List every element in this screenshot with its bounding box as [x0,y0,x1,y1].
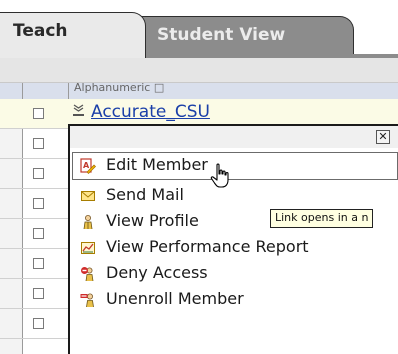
menu-item-label: View Performance Report [106,237,309,256]
row-checkbox[interactable] [33,108,44,119]
profile-icon [83,215,93,230]
tab-teach[interactable]: Teach [0,12,146,58]
menu-item-unenroll-member[interactable]: Unenroll Member [70,286,398,312]
row-checkbox[interactable] [33,168,44,179]
menu-item-label: Send Mail [106,185,184,204]
link-tooltip: Link opens in a n [270,209,374,228]
member-action-menu: ✕ A Edit Member Send Mail View Profile V [68,124,398,354]
row-checkbox[interactable] [33,258,44,269]
menu-item-label: Unenroll Member [106,289,244,308]
row-checkbox[interactable] [33,138,44,149]
menu-item-view-performance-report[interactable]: View Performance Report [70,234,398,260]
menu-item-label: View Profile [106,211,199,230]
row-checkbox[interactable] [33,228,44,239]
menu-item-label: Edit Member [106,155,208,174]
edit-member-icon: A [80,158,96,174]
row-checkbox[interactable] [33,318,44,329]
unenroll-icon [80,293,94,308]
tab-student-view[interactable]: Student View [128,16,354,54]
menu-item-label: Deny Access [106,263,208,282]
menu-item-deny-access[interactable]: Deny Access [70,260,398,286]
mail-icon [81,191,95,201]
member-name-text: Accurate_CSU [91,102,210,122]
close-icon[interactable]: ✕ [376,130,390,144]
deny-access-icon [81,267,94,282]
svg-text:A: A [83,161,90,170]
menu-item-edit-member[interactable]: A Edit Member [72,152,398,180]
toolbar-strip [0,58,398,83]
menu-title-bar: ✕ [70,126,398,148]
user-status-icon [73,104,84,116]
grid-header-row: Alphanumeric □ [0,81,398,99]
column-header-alphanumeric[interactable]: Alphanumeric □ [74,81,164,94]
performance-report-icon [81,242,95,254]
row-checkbox[interactable] [33,198,44,209]
menu-item-send-mail[interactable]: Send Mail [70,182,398,208]
hand-cursor-icon [210,163,229,188]
tab-bar: Student View Teach [0,0,398,58]
member-name-link[interactable]: Accurate_CSU [72,102,210,122]
row-checkbox[interactable] [33,288,44,299]
